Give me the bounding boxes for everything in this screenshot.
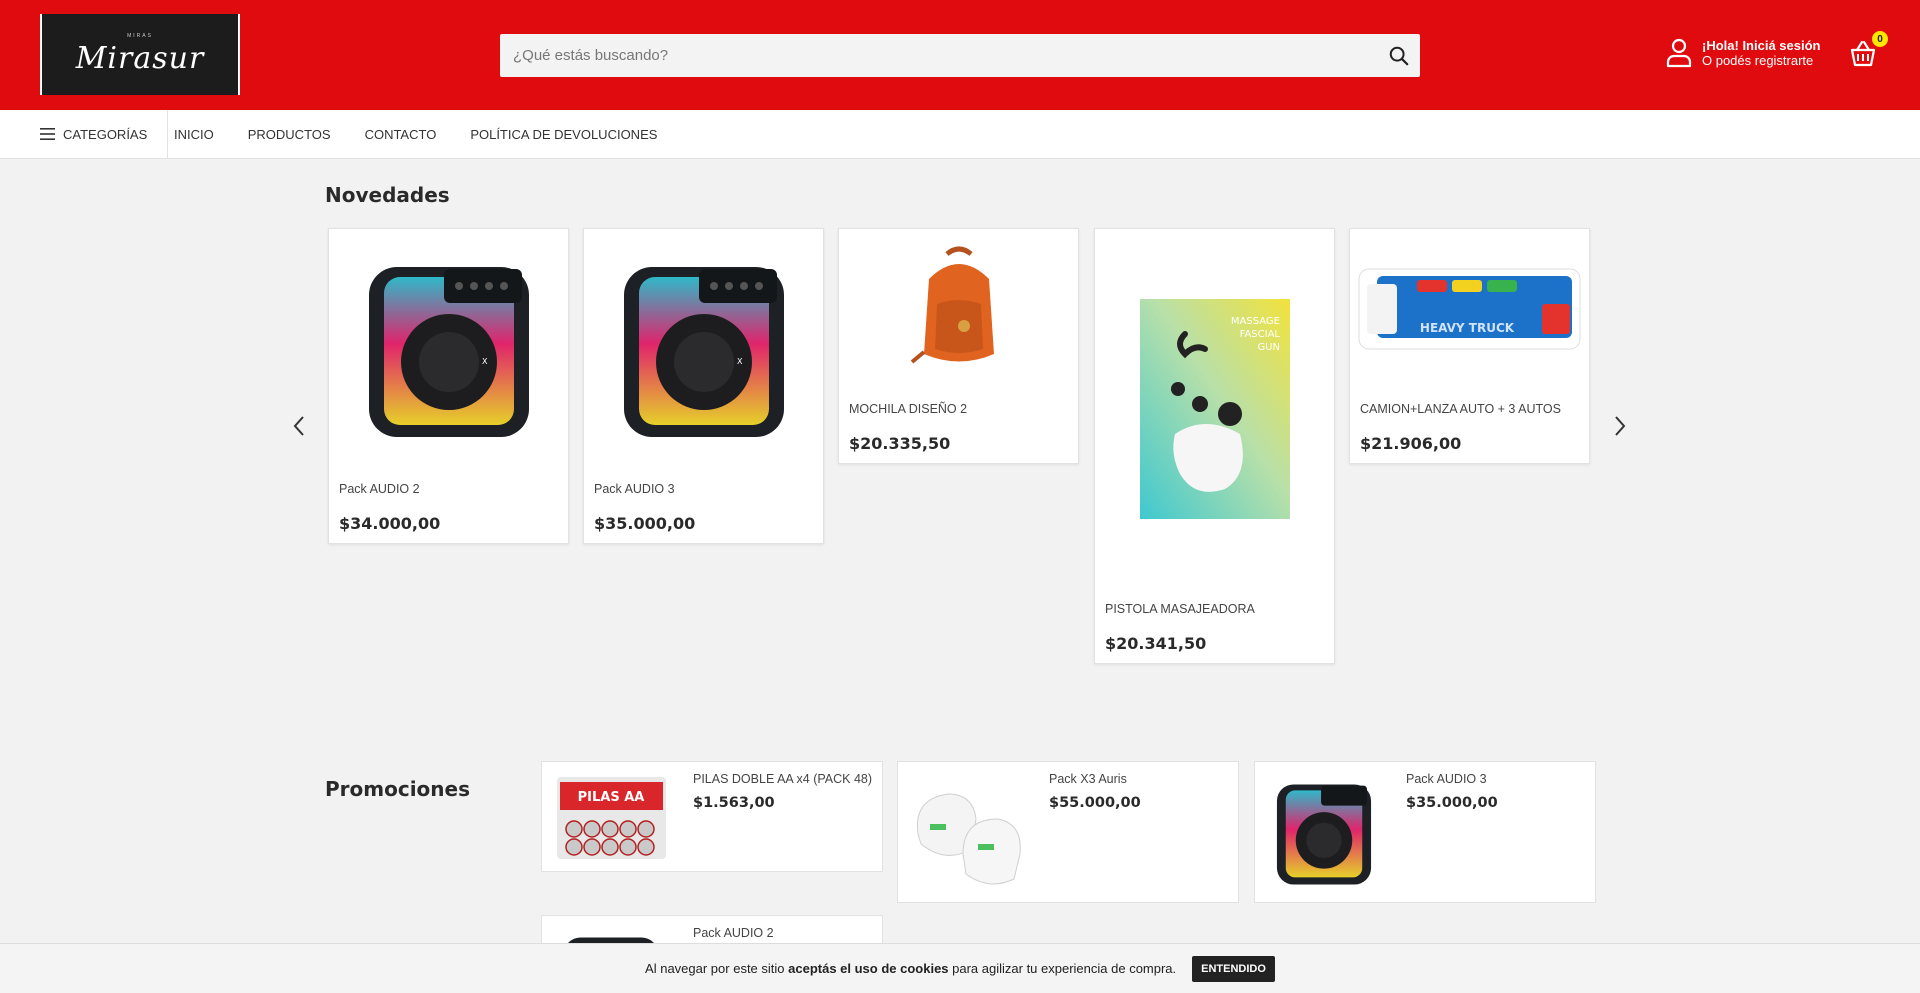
login-link[interactable]: ¡Hola! Iniciá sesión	[1702, 38, 1820, 53]
cookie-text-before: Al navegar por este sitio	[645, 961, 789, 976]
batteries-image: PILAS AA	[556, 776, 666, 859]
product-image[interactable]: X	[329, 229, 568, 469]
user-account-link[interactable]: ¡Hola! Iniciá sesión O podés registrarte	[1666, 38, 1820, 68]
svg-text:X: X	[482, 357, 488, 366]
promo-product-card[interactable]: Pack AUDIO 3 $35.000,00	[1254, 761, 1596, 903]
register-link[interactable]: O podés registrarte	[1702, 53, 1813, 68]
promo-product-name[interactable]: PILAS DOBLE AA x4 (PACK 48)	[693, 772, 875, 786]
svg-text:HEAVY TRUCK: HEAVY TRUCK	[1420, 321, 1515, 335]
cookie-text-after: para agilizar tu experiencia de compra.	[948, 961, 1177, 976]
product-name[interactable]: CAMION+LANZA AUTO + 3 AUTOS	[1360, 402, 1561, 416]
massage-gun-box-image: MASSAGE FASCIAL GUN	[1139, 299, 1290, 519]
svg-text:X: X	[737, 357, 743, 366]
carousel-next-arrow-icon[interactable]	[1612, 414, 1628, 438]
nav-link-productos[interactable]: PRODUCTOS	[248, 127, 331, 142]
cookie-text-bold: aceptás el uso de cookies	[788, 961, 949, 976]
product-price: $34.000,00	[339, 514, 441, 533]
logo-text: Mirasur	[75, 41, 205, 76]
promo-product-price: $35.000,00	[1406, 795, 1498, 811]
promo-product-image[interactable]	[908, 770, 1026, 895]
cookie-accept-button[interactable]: ENTENDIDO	[1192, 955, 1275, 982]
section-title-novedades: Novedades	[325, 183, 450, 207]
product-image[interactable]	[839, 229, 1078, 389]
earbuds-image	[916, 792, 1021, 884]
search-input[interactable]	[500, 34, 1420, 77]
nav-link-politica-devoluciones[interactable]: POLÍTICA DE DEVOLUCIONES	[470, 127, 657, 142]
product-name[interactable]: PISTOLA MASAJEADORA	[1105, 602, 1255, 616]
product-image[interactable]: X	[584, 229, 823, 469]
svg-text:GUN: GUN	[1257, 342, 1280, 353]
svg-text:PILAS AA: PILAS AA	[577, 790, 644, 805]
product-card[interactable]: MOCHILA DISEÑO 2 $20.335,50	[838, 228, 1079, 464]
promo-product-image[interactable]	[1265, 770, 1383, 895]
categories-label: CATEGORÍAS	[63, 126, 148, 142]
promo-product-price: $55.000,00	[1049, 795, 1141, 811]
site-header: MIRAS Mirasur ¡Hola! Iniciá sesión O pod…	[0, 0, 1920, 110]
cookie-message: Al navegar por este sitio aceptás el uso…	[645, 961, 1176, 976]
nav-link-contacto[interactable]: CONTACTO	[365, 127, 437, 142]
speaker-image	[1276, 783, 1372, 884]
product-card[interactable]: MASSAGE FASCIAL GUN PISTOLA MASAJEADORA …	[1094, 228, 1335, 664]
user-icon	[1666, 38, 1692, 68]
svg-text:MASSAGE: MASSAGE	[1230, 316, 1279, 327]
search-bar	[500, 34, 1420, 77]
product-card[interactable]: X Pack AUDIO 2 $34.000,00	[328, 228, 569, 544]
promo-product-price: $1.563,00	[693, 795, 775, 811]
toy-truck-image: HEAVY TRUCK	[1358, 268, 1581, 350]
promo-product-name[interactable]: Pack AUDIO 3	[1406, 772, 1588, 786]
product-name[interactable]: Pack AUDIO 3	[594, 482, 675, 496]
main-nav: CATEGORÍAS INICIO PRODUCTOS CONTACTO POL…	[0, 110, 1920, 159]
speaker-image: X	[623, 266, 784, 437]
cookie-banner: Al navegar por este sitio aceptás el uso…	[0, 943, 1920, 993]
site-logo[interactable]: MIRAS Mirasur	[40, 14, 240, 95]
section-title-promociones: Promociones	[325, 777, 470, 801]
backpack-image	[910, 246, 994, 364]
promo-product-image[interactable]: PILAS AA	[552, 770, 670, 865]
product-name[interactable]: MOCHILA DISEÑO 2	[849, 402, 967, 416]
search-icon[interactable]	[1388, 45, 1410, 67]
speaker-image: X	[368, 266, 529, 437]
categories-menu-button[interactable]: CATEGORÍAS	[40, 110, 169, 158]
product-price: $35.000,00	[594, 514, 696, 533]
cart-count-badge: 0	[1872, 31, 1888, 47]
promo-product-card[interactable]: Pack X3 Auris $55.000,00	[897, 761, 1239, 903]
product-price: $20.341,50	[1105, 634, 1207, 653]
hamburger-icon	[40, 128, 55, 140]
product-image[interactable]: HEAVY TRUCK	[1350, 229, 1589, 389]
promo-product-name[interactable]: Pack AUDIO 2	[693, 926, 875, 940]
product-card[interactable]: X Pack AUDIO 3 $35.000,00	[583, 228, 824, 544]
product-image[interactable]: MASSAGE FASCIAL GUN	[1095, 229, 1334, 589]
product-card[interactable]: HEAVY TRUCK CAMION+LANZA AUTO + 3 AUTOS …	[1349, 228, 1590, 464]
nav-link-inicio[interactable]: INICIO	[174, 127, 214, 142]
product-name[interactable]: Pack AUDIO 2	[339, 482, 420, 496]
carousel-prev-arrow-icon[interactable]	[291, 414, 307, 438]
product-price: $21.906,00	[1360, 434, 1462, 453]
promo-product-card[interactable]: PILAS AA PILAS DOBLE AA x4 (PACK 48) $1.…	[541, 761, 883, 872]
svg-text:FASCIAL: FASCIAL	[1239, 329, 1280, 340]
product-price: $20.335,50	[849, 434, 951, 453]
promo-product-name[interactable]: Pack X3 Auris	[1049, 772, 1231, 786]
logo-subtext: MIRAS	[127, 33, 153, 39]
